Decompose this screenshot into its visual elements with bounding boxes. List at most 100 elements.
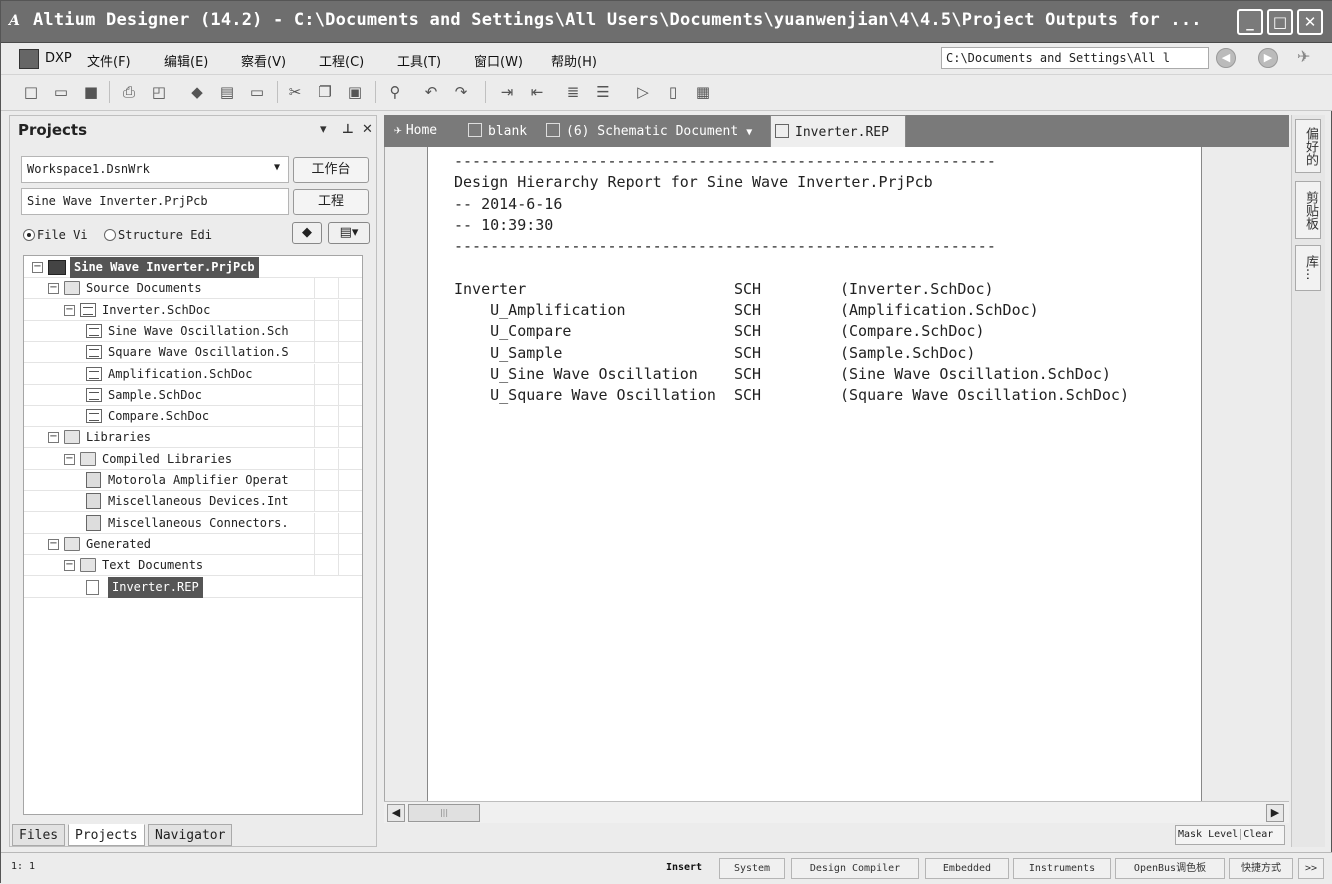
system-button[interactable]: System: [719, 858, 785, 879]
menu-view[interactable]: 察看(V): [241, 51, 286, 70]
copy-icon[interactable]: ❐: [315, 81, 335, 103]
library-panel-tab[interactable]: 库...: [1295, 245, 1321, 291]
collapse-icon[interactable]: −: [32, 262, 43, 273]
panel-menu-icon[interactable]: ▾: [320, 122, 327, 137]
text-doc-icon: [86, 579, 99, 595]
redo-icon[interactable]: ↷: [451, 81, 471, 103]
menu-file[interactable]: 文件(F): [87, 51, 131, 70]
clipboard-panel-tab[interactable]: 剪贴板: [1295, 181, 1321, 239]
instruments-button[interactable]: Instruments: [1013, 858, 1111, 879]
project-button[interactable]: 工程: [293, 189, 369, 215]
panel-title: Projects: [18, 121, 88, 139]
table-icon[interactable]: ▦: [693, 81, 713, 103]
tab-blank[interactable]: blank: [464, 115, 531, 147]
horizontal-scrollbar[interactable]: ◀ ||| ▶: [384, 801, 1289, 823]
new-icon[interactable]: □: [21, 81, 41, 103]
project-options-icon[interactable]: ◆: [292, 222, 322, 244]
workspace-select[interactable]: Workspace1.DsnWrk ▼: [21, 156, 289, 183]
favorites-panel-tab[interactable]: 偏好的: [1295, 119, 1321, 173]
layers-icon[interactable]: ◆: [187, 81, 207, 103]
project-field[interactable]: Sine Wave Inverter.PrjPcb: [21, 188, 289, 215]
report-icon[interactable]: ▷: [633, 81, 653, 103]
tree-item[interactable]: Miscellaneous Devices.Int: [24, 491, 362, 513]
tree-item[interactable]: Miscellaneous Connectors.: [24, 512, 362, 534]
align-icon[interactable]: ≣: [563, 81, 583, 103]
cut-icon[interactable]: ✂: [285, 81, 305, 103]
shortcuts-button[interactable]: 快捷方式: [1229, 858, 1293, 879]
tab-navigator[interactable]: Navigator: [148, 824, 233, 846]
file-view-radio[interactable]: File Vi: [23, 228, 88, 242]
clear-button[interactable]: Clear: [1240, 829, 1274, 840]
panel-header: Projects ▾ ⊥ ✕: [10, 116, 376, 144]
window-icon[interactable]: ▭: [247, 81, 267, 103]
paste-icon[interactable]: ▣: [345, 81, 365, 103]
maximize-button[interactable]: □: [1267, 9, 1293, 35]
list-icon[interactable]: ☰: [593, 81, 613, 103]
grid-line: [314, 320, 315, 342]
embedded-button[interactable]: Embedded: [925, 858, 1009, 879]
tree-item[interactable]: − Inverter.SchDoc: [24, 299, 362, 321]
print-icon[interactable]: ⎙: [119, 81, 139, 103]
tree-item[interactable]: − Sine Wave Inverter.PrjPcb: [24, 257, 362, 278]
forward-icon[interactable]: ▶: [1258, 48, 1278, 68]
collapse-icon[interactable]: −: [64, 560, 75, 572]
menu-window[interactable]: 窗口(W): [474, 51, 523, 70]
tab-inverter-rep[interactable]: Inverter.REP: [770, 115, 906, 147]
open-icon[interactable]: ▭: [51, 81, 71, 103]
report-page[interactable]: ----------------------------------------…: [427, 147, 1202, 801]
toolbar-separator: [277, 81, 278, 103]
tree-item[interactable]: Motorola Amplifier Operat: [24, 470, 362, 491]
tree-item[interactable]: − Compiled Libraries: [24, 448, 362, 470]
find-icon[interactable]: ⚲: [385, 81, 405, 103]
tree-item[interactable]: Amplification.SchDoc: [24, 363, 362, 385]
menu-dxp[interactable]: DXP: [45, 51, 72, 66]
menu-project[interactable]: 工程(C): [319, 51, 364, 70]
tab-schematic[interactable]: (6) Schematic Document ▼: [542, 115, 756, 147]
tab-projects[interactable]: Projects: [68, 824, 145, 846]
path-combo[interactable]: C:\Documents and Settings\All l: [941, 47, 1209, 69]
collapse-icon[interactable]: −: [64, 453, 75, 465]
collapse-icon[interactable]: −: [48, 432, 59, 444]
menu-tools[interactable]: 工具(T): [397, 51, 441, 70]
save-icon[interactable]: ■: [81, 81, 101, 103]
openbus-button[interactable]: OpenBus调色板: [1115, 858, 1225, 879]
tree-item[interactable]: − Generated: [24, 533, 362, 555]
collapse-icon[interactable]: −: [64, 304, 75, 316]
close-button[interactable]: ✕: [1297, 9, 1323, 35]
mask-level-control[interactable]: Mask Level Clear: [1175, 825, 1285, 845]
tab-home[interactable]: ✈ Home: [390, 115, 441, 147]
outdent-icon[interactable]: ⇤: [527, 81, 547, 103]
tree-item[interactable]: Inverter.REP: [24, 576, 362, 598]
workspace-button[interactable]: 工作台: [293, 157, 369, 183]
menu-help[interactable]: 帮助(H): [551, 51, 597, 70]
tree-item[interactable]: Square Wave Oscillation.S: [24, 342, 362, 364]
collapse-icon[interactable]: −: [48, 283, 59, 295]
menu-edit[interactable]: 编辑(E): [164, 51, 208, 70]
tab-files[interactable]: Files: [12, 824, 66, 846]
undo-icon[interactable]: ↶: [421, 81, 441, 103]
print-preview-icon[interactable]: ◰: [149, 81, 169, 103]
scroll-left-icon[interactable]: ◀: [387, 804, 405, 822]
pin-icon[interactable]: ⊥: [342, 122, 354, 137]
panel-close-icon[interactable]: ✕: [362, 122, 373, 137]
scroll-right-icon[interactable]: ▶: [1266, 804, 1284, 822]
home-nav-icon[interactable]: ✈: [1297, 47, 1310, 66]
tree-item[interactable]: Sample.SchDoc: [24, 384, 362, 406]
back-icon[interactable]: ◀: [1216, 48, 1236, 68]
tree-item[interactable]: − Source Documents: [24, 278, 362, 300]
tree-item[interactable]: Compare.SchDoc: [24, 406, 362, 428]
collapse-icon[interactable]: −: [48, 538, 59, 550]
scroll-thumb[interactable]: |||: [408, 804, 480, 822]
structure-editor-radio[interactable]: Structure Edi: [104, 228, 212, 242]
tree-item[interactable]: Sine Wave Oscillation.Sch: [24, 320, 362, 342]
view-options-icon[interactable]: ▤▾: [328, 222, 370, 244]
more-button[interactable]: >>: [1298, 858, 1324, 879]
report-row-kind: SCH: [734, 301, 762, 320]
tree-item[interactable]: − Libraries: [24, 427, 362, 449]
minimize-button[interactable]: _: [1237, 9, 1263, 35]
design-compiler-button[interactable]: Design Compiler: [791, 858, 919, 879]
indent-icon[interactable]: ⇥: [497, 81, 517, 103]
component-icon[interactable]: ▤: [217, 81, 237, 103]
document-icon[interactable]: ▯: [663, 81, 683, 103]
tree-item[interactable]: − Text Documents: [24, 555, 362, 577]
